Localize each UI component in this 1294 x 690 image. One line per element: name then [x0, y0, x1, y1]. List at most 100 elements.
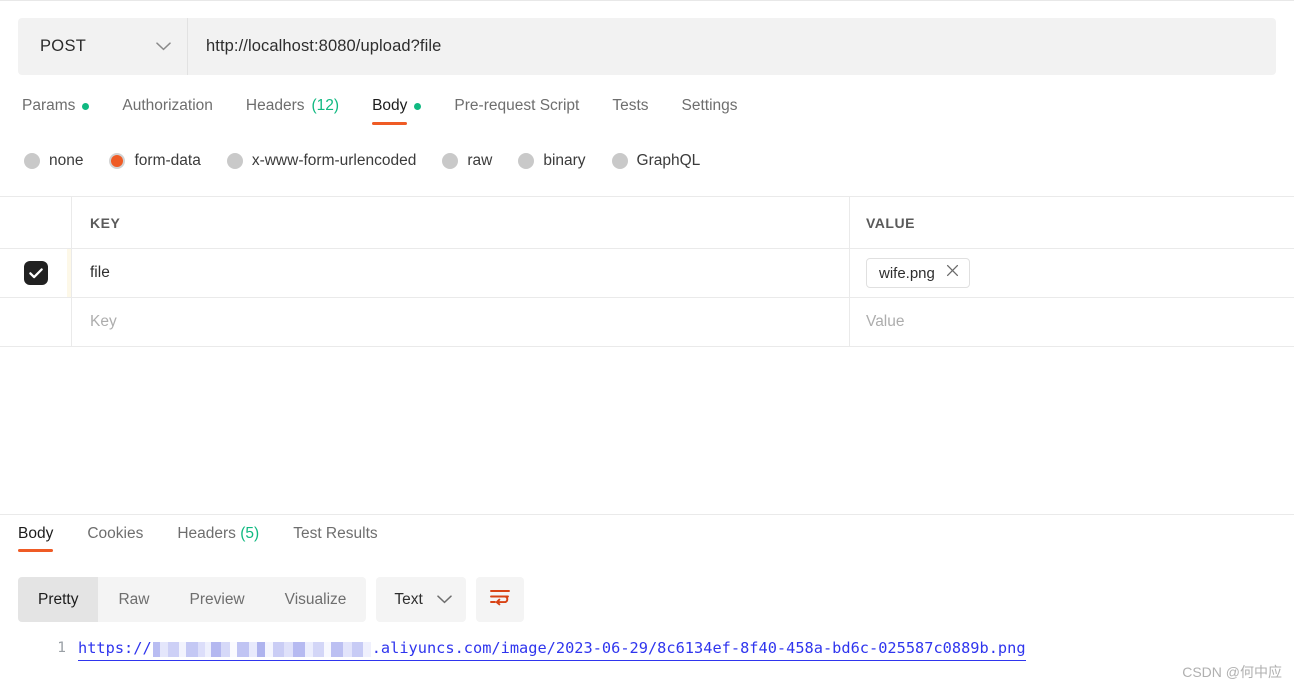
radio-binary-label: binary: [543, 152, 586, 169]
response-tab-body-label: Body: [18, 525, 54, 542]
response-url-suffix: .aliyuncs.com/image/2023-06-29/8c6134ef-…: [371, 639, 1026, 657]
response-body-content: 1 https:// .aliyuncs.com/image/2023-06-2…: [0, 636, 1294, 690]
line-number: 1: [57, 640, 66, 656]
postman-request-response-pane: POST http://localhost:8080/upload?file P…: [0, 0, 1294, 690]
tab-tests-label: Tests: [612, 97, 649, 114]
word-wrap-icon: [489, 588, 511, 611]
radio-icon: [226, 153, 243, 169]
empty-row-key-cell[interactable]: Key: [72, 298, 850, 346]
header-checkbox-cell: [0, 197, 72, 248]
content-type-dropdown[interactable]: Text: [376, 577, 466, 622]
response-tab-body[interactable]: Body: [18, 525, 54, 552]
radio-icon: [24, 153, 40, 169]
radio-icon: [518, 153, 535, 169]
radio-binary[interactable]: binary: [518, 152, 586, 170]
file-chip[interactable]: wife.png: [866, 258, 970, 288]
body-type-radio-group: none form-data x-www-form-urlencoded raw…: [24, 152, 726, 170]
form-data-table: KEY VALUE file wife.png Key Value: [0, 196, 1294, 347]
response-tab-headers-count: (5): [240, 525, 260, 542]
close-icon[interactable]: [946, 264, 959, 282]
format-preview-button[interactable]: Preview: [170, 577, 265, 622]
modified-dot-icon: [82, 102, 90, 110]
radio-x-www-form-urlencoded-label: x-www-form-urlencoded: [251, 152, 417, 169]
content-type-label: Text: [394, 590, 423, 608]
tab-authorization[interactable]: Authorization: [122, 97, 231, 125]
response-tab-headers-label: Headers: [177, 525, 236, 542]
http-method-label: POST: [40, 37, 87, 55]
radio-selected-icon: [109, 153, 126, 169]
response-url-link[interactable]: https:// .aliyuncs.com/image/2023-06-29/…: [78, 636, 1026, 662]
tab-tests[interactable]: Tests: [612, 97, 667, 125]
url-input[interactable]: http://localhost:8080/upload?file: [188, 18, 1276, 75]
tab-headers-label: Headers: [245, 97, 305, 114]
url-bar: POST http://localhost:8080/upload?file: [18, 18, 1276, 75]
radio-raw[interactable]: raw: [442, 152, 492, 170]
response-tabs: Body Cookies Headers (5) Test Results: [18, 525, 412, 552]
tab-pre-request-script-label: Pre-request Script: [454, 97, 580, 114]
radio-none-label: none: [49, 152, 84, 169]
radio-form-data-label: form-data: [134, 152, 201, 169]
response-format-toolbar: Pretty Raw Preview Visualize Text: [18, 577, 524, 622]
chevron-down-icon: [437, 591, 452, 609]
format-segmented-control: Pretty Raw Preview Visualize: [18, 577, 367, 622]
response-url-prefix: https://: [78, 639, 152, 657]
radio-graphql[interactable]: GraphQL: [611, 152, 701, 170]
tab-headers[interactable]: Headers (12): [246, 97, 358, 125]
response-tab-test-results[interactable]: Test Results: [293, 525, 377, 552]
radio-none[interactable]: none: [24, 152, 83, 170]
radio-icon: [611, 153, 628, 169]
modified-dot-icon: [414, 102, 422, 110]
chevron-down-icon: [156, 38, 171, 56]
empty-row-checkbox-cell: [0, 298, 72, 346]
column-header-value: VALUE: [866, 214, 915, 231]
table-row[interactable]: file wife.png: [0, 249, 1294, 298]
format-preview-label: Preview: [189, 590, 245, 608]
radio-graphql-label: GraphQL: [636, 152, 701, 169]
table-empty-row[interactable]: Key Value: [0, 298, 1294, 347]
empty-row-value-cell[interactable]: Value: [850, 298, 1294, 346]
http-method-selector[interactable]: POST: [18, 18, 188, 75]
tab-authorization-label: Authorization: [122, 97, 213, 114]
format-raw-label: Raw: [118, 590, 150, 608]
tab-body[interactable]: Body: [372, 97, 440, 125]
request-tabs: Params Authorization Headers (12) Body P…: [22, 97, 771, 125]
format-pretty-button[interactable]: Pretty: [18, 577, 99, 622]
format-pretty-label: Pretty: [38, 590, 79, 608]
row-accent-bar: [67, 249, 71, 297]
tab-pre-request-script[interactable]: Pre-request Script: [454, 97, 598, 125]
empty-row-key-placeholder: Key: [90, 313, 117, 330]
top-divider: [0, 0, 1294, 1]
row-key-value: file: [90, 264, 110, 281]
radio-icon: [442, 153, 459, 169]
row-checkbox[interactable]: [23, 261, 48, 285]
tab-params-label: Params: [22, 97, 76, 114]
tab-params[interactable]: Params: [22, 97, 108, 125]
row-value-cell[interactable]: wife.png: [850, 249, 1294, 297]
format-raw-button[interactable]: Raw: [98, 577, 169, 622]
response-tab-headers[interactable]: Headers (5): [177, 525, 259, 552]
header-value-cell: VALUE: [850, 197, 1294, 248]
format-visualize-label: Visualize: [284, 590, 347, 608]
radio-raw-label: raw: [467, 152, 493, 169]
radio-form-data[interactable]: form-data: [109, 152, 201, 170]
watermark: CSDN @何中应: [1182, 664, 1282, 680]
row-checkbox-cell: [0, 249, 72, 297]
tab-headers-count: (12): [311, 97, 340, 114]
tab-body-label: Body: [372, 97, 408, 114]
table-header-row: KEY VALUE: [0, 197, 1294, 249]
format-visualize-button[interactable]: Visualize: [265, 577, 367, 622]
response-tab-test-results-label: Test Results: [293, 525, 378, 542]
radio-x-www-form-urlencoded[interactable]: x-www-form-urlencoded: [226, 152, 417, 170]
file-chip-name: wife.png: [879, 264, 935, 282]
word-wrap-button[interactable]: [475, 577, 524, 622]
tab-settings[interactable]: Settings: [682, 97, 757, 125]
response-divider: [0, 514, 1294, 515]
response-tab-cookies[interactable]: Cookies: [87, 525, 143, 552]
column-header-key: KEY: [90, 214, 121, 231]
row-key-cell[interactable]: file: [72, 249, 850, 297]
redacted-host-block: [152, 642, 371, 658]
tab-settings-label: Settings: [681, 97, 738, 114]
header-key-cell: KEY: [72, 197, 850, 248]
empty-row-value-placeholder: Value: [866, 313, 905, 330]
response-tab-cookies-label: Cookies: [87, 525, 144, 542]
